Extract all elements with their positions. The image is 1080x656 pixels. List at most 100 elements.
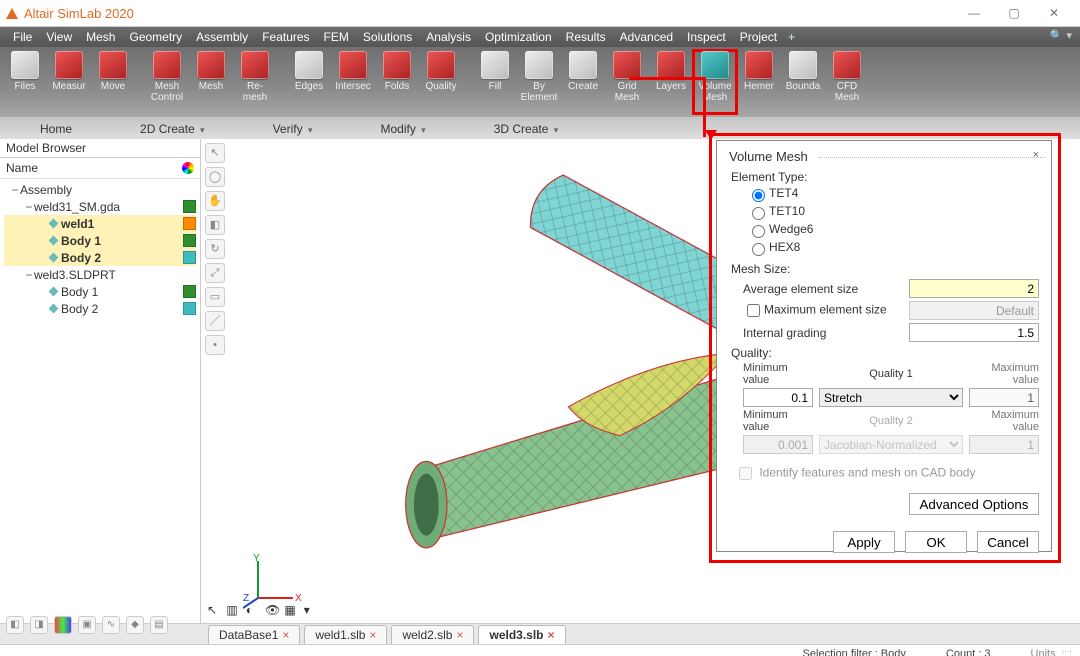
window-close-button[interactable]: ✕	[1034, 3, 1074, 23]
menu-fem[interactable]: FEM	[317, 28, 356, 46]
cancel-button[interactable]: Cancel	[977, 531, 1039, 553]
menu-advanced[interactable]: Advanced	[613, 28, 680, 46]
section-tab-3d-create[interactable]: 3D Create ▾	[460, 119, 593, 139]
menu-features[interactable]: Features	[255, 28, 316, 46]
close-icon[interactable]: ×	[456, 628, 463, 642]
tool-files[interactable]: Files	[4, 51, 46, 92]
menu-file[interactable]: File	[6, 28, 39, 46]
element-type-heading: Element Type:	[731, 170, 1039, 184]
app-logo	[6, 8, 18, 19]
menu-view[interactable]: View	[39, 28, 79, 46]
file-tab-weld2-slb[interactable]: weld2.slb×	[391, 625, 474, 644]
tool-cfd-mesh[interactable]: CFD Mesh	[826, 51, 868, 103]
tool-hemer[interactable]: Hemer	[738, 51, 780, 92]
file-tab-weld3-slb[interactable]: weld3.slb×	[478, 625, 565, 644]
menu-results[interactable]: Results	[559, 28, 613, 46]
mini-more-icon[interactable]: ▾	[304, 603, 320, 619]
mini-eye-icon[interactable]: 👁	[265, 603, 281, 619]
tool-intersec[interactable]: Intersec	[332, 51, 374, 92]
mini-wire-icon[interactable]: ▦	[284, 603, 300, 619]
q2-max-input	[969, 435, 1039, 454]
dialog-close-button[interactable]: ×	[1033, 149, 1039, 161]
file-tab-weld1-slb[interactable]: weld1.slb×	[304, 625, 387, 644]
q1-min-input[interactable]	[743, 388, 813, 407]
tool-move[interactable]: Move	[92, 51, 134, 92]
close-icon[interactable]: ×	[369, 628, 376, 642]
close-icon[interactable]: ×	[282, 628, 289, 642]
menu-project[interactable]: Project	[733, 28, 784, 46]
advanced-options-button[interactable]: Advanced Options	[909, 493, 1039, 515]
annotation-arrow	[629, 77, 705, 80]
q1-select[interactable]: Stretch	[819, 388, 963, 407]
tree-assembly[interactable]: −Assembly	[4, 181, 196, 198]
file-tab-database1[interactable]: DataBase1×	[208, 625, 300, 644]
tray-hide-icon[interactable]: ◨	[30, 616, 48, 634]
tray-cube-icon[interactable]: ▣	[78, 616, 96, 634]
color-wheel-icon[interactable]	[182, 162, 194, 174]
tool-volume-mesh[interactable]: Volume Mesh	[694, 51, 736, 113]
tool-create[interactable]: Create	[562, 51, 604, 92]
tray-mesh-icon[interactable]: ▤	[150, 616, 168, 634]
close-icon[interactable]: ×	[548, 628, 555, 642]
tray-show-icon[interactable]: ◧	[6, 616, 24, 634]
tool-remesh[interactable]: Re- mesh	[234, 51, 276, 103]
tool-mesh[interactable]: Mesh	[190, 51, 232, 92]
tool-measure[interactable]: Measur	[48, 51, 90, 92]
tool-edges[interactable]: Edges	[288, 51, 330, 92]
menu-analysis[interactable]: Analysis	[419, 28, 478, 46]
tree-body2b[interactable]: Body 2	[4, 300, 196, 317]
tray-color-icon[interactable]	[54, 616, 72, 634]
mini-ortho-icon[interactable]: ▥	[226, 603, 242, 619]
radio-tet10[interactable]: TET10	[747, 204, 1039, 222]
q2-label: Quality 2	[819, 415, 963, 427]
grading-input[interactable]	[909, 323, 1039, 342]
section-tab-modify[interactable]: Modify ▾	[346, 119, 459, 139]
menu-inspect[interactable]: Inspect	[680, 28, 733, 46]
menu-optimization[interactable]: Optimization	[478, 28, 559, 46]
radio-tet4[interactable]: TET4	[747, 186, 1039, 204]
menu-mesh[interactable]: Mesh	[79, 28, 122, 46]
window-maximize-button[interactable]: ▢	[994, 3, 1034, 23]
menu-add-button[interactable]: +	[784, 28, 799, 46]
section-tab-2d-create[interactable]: 2D Create ▾	[106, 119, 239, 139]
tray-node-icon[interactable]: ◆	[126, 616, 144, 634]
menu-geometry[interactable]: Geometry	[122, 28, 189, 46]
identify-label: Identify features and mesh on CAD body	[759, 466, 975, 480]
status-units[interactable]: Units	[1031, 648, 1056, 656]
menu-solutions[interactable]: Solutions	[356, 28, 419, 46]
radio-hex8[interactable]: HEX8	[747, 240, 1039, 258]
quality-heading: Quality:	[731, 346, 1039, 360]
q2-max-label: Maximum value	[969, 409, 1039, 433]
tree-column-name: Name	[6, 161, 182, 175]
tree-body1b[interactable]: Body 1	[4, 283, 196, 300]
tool-fill[interactable]: Fill	[474, 51, 516, 92]
apply-button[interactable]: Apply	[833, 531, 895, 553]
tool-folds[interactable]: Folds	[376, 51, 418, 92]
window-minimize-button[interactable]: —	[954, 3, 994, 23]
tool-by-element[interactable]: By Element	[518, 51, 560, 103]
tree-body1a[interactable]: Body 1	[4, 232, 196, 249]
search-icon[interactable]: 🔍 ▾	[1050, 29, 1072, 42]
tool-layers[interactable]: Layers	[650, 51, 692, 92]
mini-cursor-icon[interactable]: ↖	[207, 603, 223, 619]
max-size-checkbox[interactable]	[747, 304, 760, 317]
avg-size-input[interactable]	[909, 279, 1039, 298]
tool-mesh-control[interactable]: Mesh Control	[146, 51, 188, 103]
q2-select: Jacobian-Normalized	[819, 435, 963, 454]
tool-boundary[interactable]: Bounda	[782, 51, 824, 92]
tree-weld3[interactable]: −weld3.SLDPRT	[4, 266, 196, 283]
radio-wedge6[interactable]: Wedge6	[747, 222, 1039, 240]
section-tab-home[interactable]: Home	[6, 119, 106, 139]
tree-weld1[interactable]: weld1	[4, 215, 196, 232]
tray-curve-icon[interactable]: ∿	[102, 616, 120, 634]
tree-body2a[interactable]: Body 2	[4, 249, 196, 266]
menu-assembly[interactable]: Assembly	[189, 28, 255, 46]
tree-weld31[interactable]: −weld31_SM.gda	[4, 198, 196, 215]
tool-quality[interactable]: Quality	[420, 51, 462, 92]
mini-shade-icon[interactable]: ◐	[246, 603, 262, 619]
volume-mesh-dialog: Volume Mesh × Element Type: TET4TET10Wed…	[716, 140, 1052, 552]
section-tab-verify[interactable]: Verify ▾	[239, 119, 347, 139]
q-min-label: Minimum value	[743, 362, 813, 386]
ok-button[interactable]: OK	[905, 531, 967, 553]
q1-max-input	[969, 388, 1039, 407]
